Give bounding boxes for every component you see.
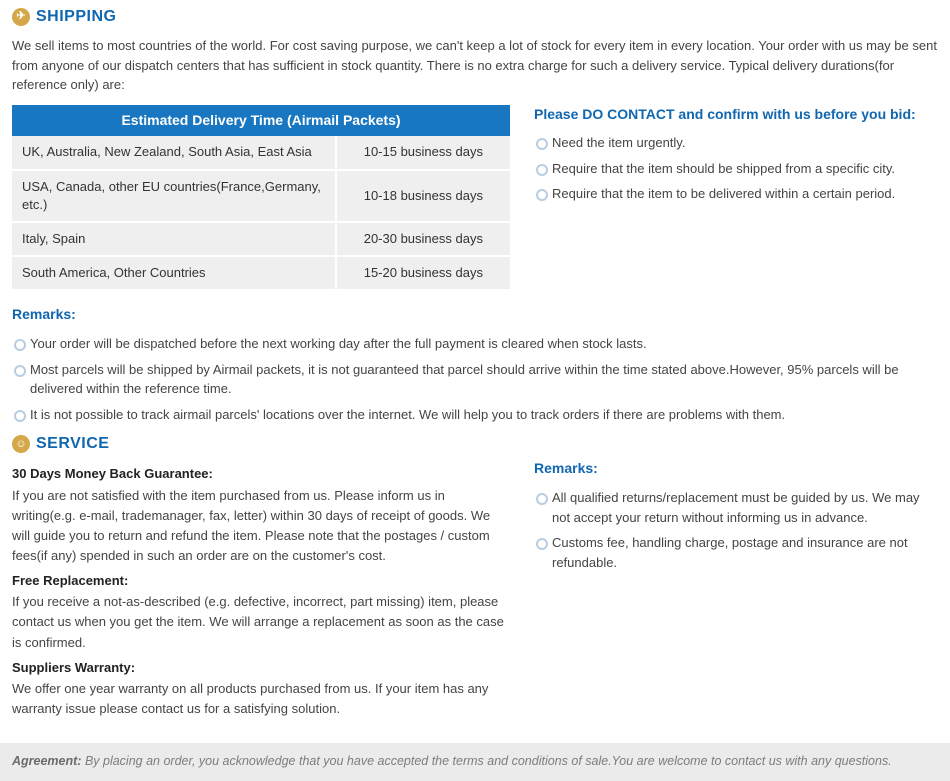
- replacement-heading: Free Replacement:: [12, 572, 510, 590]
- replacement-text: If you receive a not-as-described (e.g. …: [12, 592, 510, 652]
- support-icon: ☺: [12, 435, 30, 453]
- table-row: UK, Australia, New Zealand, South Asia, …: [12, 136, 510, 169]
- table-row: USA, Canada, other EU countries(France,G…: [12, 170, 510, 222]
- shipping-two-col: Estimated Delivery Time (Airmail Packets…: [12, 105, 938, 292]
- agreement-text: By placing an order, you acknowledge tha…: [81, 754, 891, 768]
- delivery-table-wrap: Estimated Delivery Time (Airmail Packets…: [12, 105, 510, 292]
- warranty-text: We offer one year warranty on all produc…: [12, 679, 510, 719]
- service-title: SERVICE: [36, 433, 109, 455]
- shipping-remarks: Remarks: Your order will be dispatched b…: [12, 305, 938, 427]
- table-header: Estimated Delivery Time (Airmail Packets…: [12, 105, 510, 137]
- agreement-bar: Agreement: By placing an order, you ackn…: [0, 743, 950, 781]
- time-cell: 10-18 business days: [336, 170, 510, 222]
- contact-list: Need the item urgently. Require that the…: [534, 130, 938, 207]
- list-item: All qualified returns/replacement must b…: [534, 485, 938, 530]
- region-cell: South America, Other Countries: [12, 256, 336, 290]
- shipping-title: SHIPPING: [36, 6, 116, 28]
- region-cell: USA, Canada, other EU countries(France,G…: [12, 170, 336, 222]
- plane-icon: ✈: [12, 8, 30, 26]
- contact-heading: Please DO CONTACT and confirm with us be…: [534, 105, 938, 125]
- remarks-list: Your order will be dispatched before the…: [12, 331, 938, 427]
- service-right-col: Remarks: All qualified returns/replaceme…: [534, 459, 938, 575]
- list-item: Require that the item should be shipped …: [534, 156, 938, 182]
- shipping-section: ✈ SHIPPING We sell items to most countri…: [0, 0, 950, 427]
- agreement-label: Agreement:: [12, 754, 81, 768]
- contact-block: Please DO CONTACT and confirm with us be…: [534, 105, 938, 207]
- guarantee-heading: 30 Days Money Back Guarantee:: [12, 465, 510, 483]
- service-heading: ☺ SERVICE: [12, 427, 938, 459]
- service-remarks-list: All qualified returns/replacement must b…: [534, 485, 938, 575]
- shipping-intro: We sell items to most countries of the w…: [12, 32, 938, 105]
- service-two-col: 30 Days Money Back Guarantee: If you are…: [12, 459, 938, 735]
- service-section: ☺ SERVICE 30 Days Money Back Guarantee: …: [0, 427, 950, 735]
- list-item: It is not possible to track airmail parc…: [12, 402, 938, 428]
- list-item: Require that the item to be delivered wi…: [534, 181, 938, 207]
- list-item: Need the item urgently.: [534, 130, 938, 156]
- shipping-heading: ✈ SHIPPING: [12, 0, 938, 32]
- service-left-col: 30 Days Money Back Guarantee: If you are…: [12, 459, 510, 723]
- warranty-heading: Suppliers Warranty:: [12, 659, 510, 677]
- table-row: Italy, Spain 20-30 business days: [12, 222, 510, 256]
- time-cell: 15-20 business days: [336, 256, 510, 290]
- list-item: Most parcels will be shipped by Airmail …: [12, 357, 938, 402]
- time-cell: 10-15 business days: [336, 136, 510, 169]
- list-item: Customs fee, handling charge, postage an…: [534, 530, 938, 575]
- guarantee-text: If you are not satisfied with the item p…: [12, 486, 510, 567]
- region-cell: UK, Australia, New Zealand, South Asia, …: [12, 136, 336, 169]
- remarks-heading: Remarks:: [12, 305, 938, 325]
- region-cell: Italy, Spain: [12, 222, 336, 256]
- table-row: South America, Other Countries 15-20 bus…: [12, 256, 510, 290]
- list-item: Your order will be dispatched before the…: [12, 331, 938, 357]
- service-remarks-heading: Remarks:: [534, 459, 938, 479]
- time-cell: 20-30 business days: [336, 222, 510, 256]
- delivery-table: Estimated Delivery Time (Airmail Packets…: [12, 105, 510, 292]
